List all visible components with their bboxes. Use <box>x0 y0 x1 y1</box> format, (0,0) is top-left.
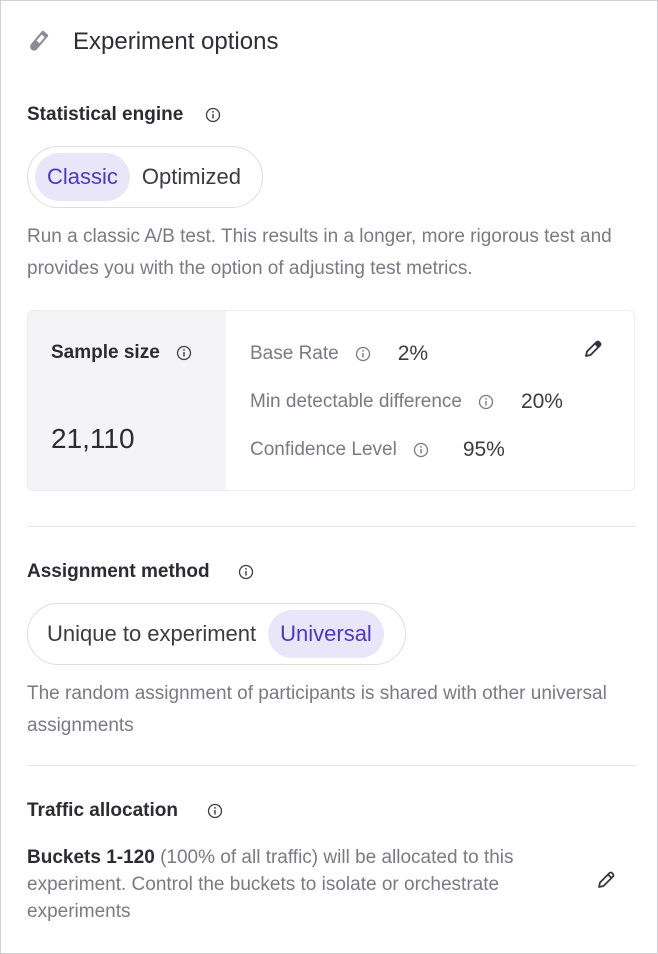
assignment-method-heading: Assignment method <box>27 561 254 583</box>
section-divider <box>27 765 636 766</box>
assignment-method-description: The random assignment of participants is… <box>27 683 607 736</box>
min-detectable-difference-row: Min detectable difference 20% <box>250 390 563 414</box>
panel-header: Experiment options <box>25 27 278 57</box>
experiment-options-panel: Experiment options Statistical engine Cl… <box>0 0 658 954</box>
base-rate-label: Base Rate <box>250 343 339 364</box>
edit-sample-size-button[interactable] <box>580 338 606 364</box>
min-detectable-difference-value: 20% <box>520 390 563 413</box>
min-detectable-difference-label: Min detectable difference <box>250 391 462 412</box>
flask-icon <box>25 29 51 55</box>
section-divider <box>27 526 636 527</box>
info-icon[interactable] <box>207 803 223 819</box>
info-icon[interactable] <box>176 345 192 361</box>
statistical-engine-heading: Statistical engine <box>27 104 221 126</box>
traffic-allocation-heading: Traffic allocation <box>27 800 223 822</box>
info-icon[interactable] <box>238 564 254 580</box>
base-rate-value: 2% <box>397 342 429 365</box>
classic-option[interactable]: Classic <box>35 153 130 201</box>
confidence-level-row: Confidence Level 95% <box>250 438 505 462</box>
info-icon[interactable] <box>413 442 429 458</box>
sample-size-metrics: Base Rate 2% Min detectable difference 2… <box>226 311 634 490</box>
confidence-level-value: 95% <box>462 438 505 461</box>
info-icon[interactable] <box>205 107 221 123</box>
sample-size-label: Sample size <box>51 342 160 363</box>
assignment-method-toggle: Unique to experiment Universal <box>27 603 406 665</box>
info-icon[interactable] <box>355 346 371 362</box>
universal-option[interactable]: Universal <box>268 610 384 658</box>
pencil-icon <box>595 869 617 896</box>
sample-size-heading: Sample size <box>51 342 192 364</box>
info-icon[interactable] <box>478 394 494 410</box>
statistical-engine-toggle: Classic Optimized <box>27 146 263 208</box>
confidence-level-label: Confidence Level <box>250 439 397 460</box>
base-rate-row: Base Rate 2% <box>250 342 428 366</box>
optimized-option[interactable]: Optimized <box>130 153 253 201</box>
edit-traffic-allocation-button[interactable] <box>593 869 619 895</box>
sample-size-card: Sample size 21,110 Base Rate 2% Min dete… <box>27 310 635 491</box>
unique-to-experiment-option[interactable]: Unique to experiment <box>35 610 268 658</box>
statistical-engine-title: Statistical engine <box>27 104 184 125</box>
traffic-allocation-description: Buckets 1-120 (100% of all traffic) will… <box>27 844 567 925</box>
buckets-range: Buckets 1-120 <box>27 847 155 868</box>
assignment-method-title: Assignment method <box>27 561 210 582</box>
traffic-allocation-title: Traffic allocation <box>27 800 178 821</box>
panel-title: Experiment options <box>73 28 279 55</box>
pencil-icon <box>582 338 604 365</box>
statistical-engine-description: Run a classic A/B test. This results in … <box>27 226 612 279</box>
sample-size-value: 21,110 <box>51 423 135 454</box>
sample-size-summary: Sample size 21,110 <box>28 311 226 490</box>
